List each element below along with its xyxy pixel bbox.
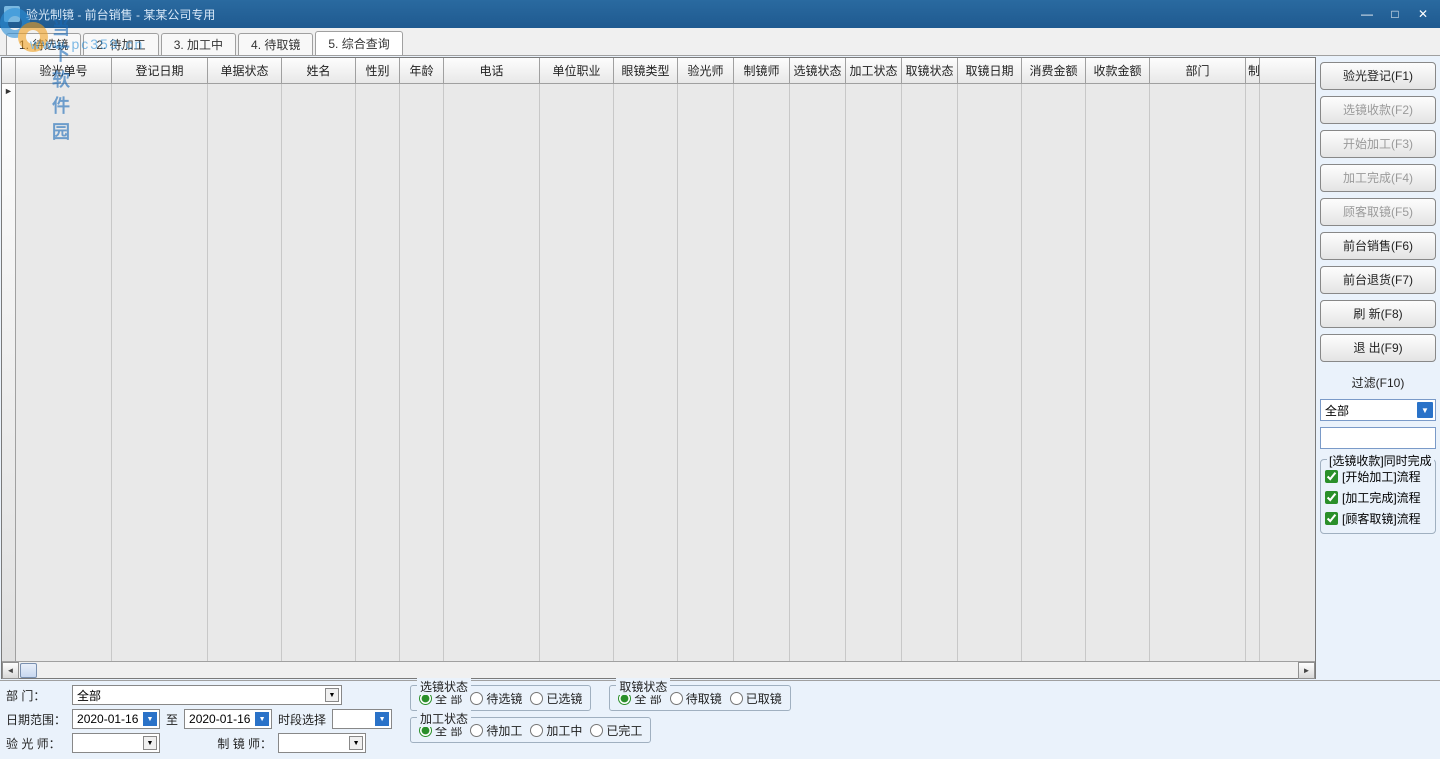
filter-combo-value: 全部: [1325, 402, 1349, 419]
chevron-down-icon: ▼: [143, 736, 157, 750]
filter-input[interactable]: [1320, 427, 1436, 449]
btn-process-done[interactable]: 加工完成(F4): [1320, 164, 1436, 192]
window-title: 验光制镜 - 前台销售 - 某某公司专用: [26, 6, 1354, 23]
filter-label: 过滤(F10): [1320, 368, 1436, 393]
grid-body[interactable]: [2, 84, 1315, 661]
chevron-down-icon: ▼: [1417, 402, 1433, 418]
chevron-down-icon: ▼: [143, 712, 157, 726]
radio-pickup-pending[interactable]: 待取镜: [670, 690, 722, 707]
date-from[interactable]: 2020-01-16▼: [72, 709, 160, 729]
row-indicator: [2, 84, 16, 661]
tab-bar: 1. 待选镜 2. 待加工 3. 加工中 4. 待取镜 5. 综合查询: [0, 28, 1440, 56]
group-title: [选镜收款]同时完成: [1327, 452, 1434, 469]
optom-combo[interactable]: ▼: [72, 733, 160, 753]
col-doc-status[interactable]: 单据状态: [208, 58, 282, 83]
pickup-status-group: 取镜状态 全 部 待取镜 已取镜: [609, 685, 790, 711]
date-to[interactable]: 2020-01-16▼: [184, 709, 272, 729]
col-paid-amount[interactable]: 收款金额: [1086, 58, 1150, 83]
tab-processing[interactable]: 3. 加工中: [161, 33, 236, 55]
radio-select-done[interactable]: 已选镜: [530, 690, 582, 707]
date-to-label: 至: [166, 711, 178, 728]
lensmaker-combo[interactable]: ▼: [278, 733, 366, 753]
radio-process-pending[interactable]: 待加工: [470, 722, 522, 739]
col-dept[interactable]: 部门: [1150, 58, 1246, 83]
chk-start-process[interactable]: [开始加工]流程: [1325, 466, 1431, 487]
radio-select-pending[interactable]: 待选镜: [470, 690, 522, 707]
btn-exit[interactable]: 退 出(F9): [1320, 334, 1436, 362]
app-icon: [4, 6, 20, 22]
col-pickup-status[interactable]: 取镜状态: [902, 58, 958, 83]
chevron-down-icon: ▼: [349, 736, 363, 750]
select-status-group: 选镜状态 全 部 待选镜 已选镜: [410, 685, 591, 711]
btn-customer-pickup[interactable]: 顾客取镜(F5): [1320, 198, 1436, 226]
dept-label: 部 门：: [6, 687, 66, 704]
col-name[interactable]: 姓名: [282, 58, 356, 83]
titlebar: 验光制镜 - 前台销售 - 某某公司专用 — □ ✕: [0, 0, 1440, 28]
radio-process-done[interactable]: 已完工: [590, 722, 642, 739]
col-age[interactable]: 年龄: [400, 58, 444, 83]
chevron-down-icon: ▼: [325, 688, 339, 702]
maximize-button[interactable]: □: [1382, 5, 1408, 23]
filter-combo[interactable]: 全部 ▼: [1320, 399, 1436, 421]
minimize-button[interactable]: —: [1354, 5, 1380, 23]
btn-front-sale[interactable]: 前台销售(F6): [1320, 232, 1436, 260]
col-order-no[interactable]: 验光单号: [16, 58, 112, 83]
tab-pending-process[interactable]: 2. 待加工: [83, 33, 158, 55]
tab-pending-select[interactable]: 1. 待选镜: [6, 33, 81, 55]
col-optometrist[interactable]: 验光师: [678, 58, 734, 83]
btn-select-pay[interactable]: 选镜收款(F2): [1320, 96, 1436, 124]
auto-complete-group: [选镜收款]同时完成 [开始加工]流程 [加工完成]流程 [顾客取镜]流程: [1320, 459, 1436, 534]
scroll-right-icon[interactable]: ►: [1298, 662, 1315, 679]
radio-pickup-done[interactable]: 已取镜: [730, 690, 782, 707]
col-phone[interactable]: 电话: [444, 58, 540, 83]
data-grid[interactable]: 验光单号 登记日期 单据状态 姓名 性别 年龄 电话 单位职业 眼镜类型 验光师…: [1, 57, 1316, 679]
btn-start-process[interactable]: 开始加工(F3): [1320, 130, 1436, 158]
tab-query[interactable]: 5. 综合查询: [315, 31, 402, 55]
optom-label: 验 光 师：: [6, 735, 66, 752]
grid-header: 验光单号 登记日期 单据状态 姓名 性别 年龄 电话 单位职业 眼镜类型 验光师…: [2, 58, 1315, 84]
tab-pending-pickup[interactable]: 4. 待取镜: [238, 33, 313, 55]
chk-customer-pickup[interactable]: [顾客取镜]流程: [1325, 508, 1431, 529]
filter-bar: 部 门： 全部▼ 日期范围： 2020-01-16▼ 至 2020-01-16▼…: [0, 680, 1440, 759]
process-status-group: 加工状态 全 部 待加工 加工中 已完工: [410, 717, 651, 743]
period-combo[interactable]: ▼: [332, 709, 392, 729]
col-extra[interactable]: 制: [1246, 58, 1260, 83]
col-occupation[interactable]: 单位职业: [540, 58, 614, 83]
col-process-status[interactable]: 加工状态: [846, 58, 902, 83]
date-label: 日期范围：: [6, 711, 66, 728]
scroll-left-icon[interactable]: ◄: [2, 662, 19, 679]
col-spend-amount[interactable]: 消费金额: [1022, 58, 1086, 83]
period-label: 时段选择: [278, 711, 326, 728]
col-pickup-date[interactable]: 取镜日期: [958, 58, 1022, 83]
horizontal-scrollbar[interactable]: ◄ ►: [2, 661, 1315, 678]
btn-refresh[interactable]: 刷 新(F8): [1320, 300, 1436, 328]
scroll-thumb[interactable]: [20, 663, 37, 678]
btn-register[interactable]: 验光登记(F1): [1320, 62, 1436, 90]
chk-process-done[interactable]: [加工完成]流程: [1325, 487, 1431, 508]
radio-process-ing[interactable]: 加工中: [530, 722, 582, 739]
btn-front-return[interactable]: 前台退货(F7): [1320, 266, 1436, 294]
col-glasses-type[interactable]: 眼镜类型: [614, 58, 678, 83]
action-panel: 验光登记(F1) 选镜收款(F2) 开始加工(F3) 加工完成(F4) 顾客取镜…: [1316, 56, 1440, 680]
col-lensmaker[interactable]: 制镜师: [734, 58, 790, 83]
dept-combo[interactable]: 全部▼: [72, 685, 342, 705]
col-select-status[interactable]: 选镜状态: [790, 58, 846, 83]
col-reg-date[interactable]: 登记日期: [112, 58, 208, 83]
lensmaker-label: 制 镜 师：: [184, 735, 272, 752]
close-button[interactable]: ✕: [1410, 5, 1436, 23]
chevron-down-icon: ▼: [375, 712, 389, 726]
col-gender[interactable]: 性别: [356, 58, 400, 83]
chevron-down-icon: ▼: [255, 712, 269, 726]
